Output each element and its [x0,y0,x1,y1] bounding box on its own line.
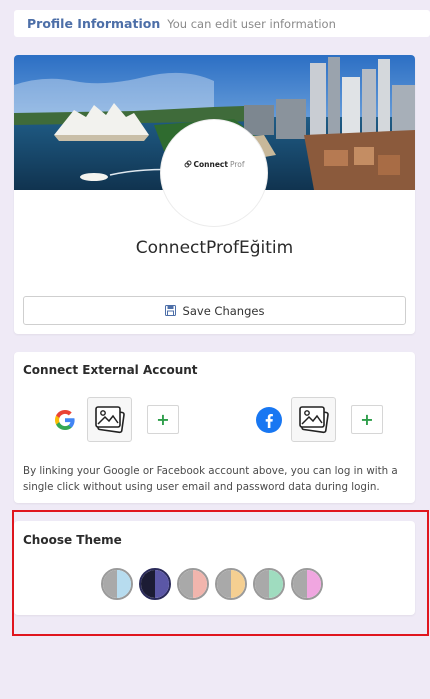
theme-swatch-4[interactable] [215,568,247,600]
facebook-provider: + [256,397,383,442]
theme-swatch-1[interactable] [101,568,133,600]
theme-swatches [101,568,323,600]
theme-swatch-5[interactable] [253,568,285,600]
swatch-right-half [117,570,131,598]
add-facebook-account-button[interactable]: + [351,405,383,434]
theme-card: Choose Theme [14,521,415,615]
swatch-right-half [193,570,207,598]
google-icon [52,407,78,433]
choose-theme-title: Choose Theme [23,533,122,547]
swatch-right-half [307,570,321,598]
theme-swatch-2[interactable] [139,568,171,600]
theme-swatch-3[interactable] [177,568,209,600]
logo-text-connect: Connect [193,159,228,169]
external-account-title: Connect External Account [23,363,198,377]
page-subtitle: You can edit user information [167,16,336,31]
swatch-left-half [179,570,193,598]
save-changes-label: Save Changes [182,303,265,318]
google-account-image [87,397,132,442]
save-icon [164,305,176,316]
swatch-left-half [103,570,117,598]
swatch-left-half [141,570,155,598]
swatch-right-half [269,570,283,598]
external-account-description: By linking your Google or Facebook accou… [23,465,398,493]
image-placeholder-icon [298,405,329,433]
profile-username: ConnectProfEğitim [135,238,294,258]
google-provider: + [52,397,179,442]
facebook-account-image [291,397,336,442]
connectprof-logo: Connect Prof [184,160,245,169]
page-title: Profile Information [27,16,161,31]
swatch-right-half [155,570,169,598]
theme-swatch-6[interactable] [291,568,323,600]
add-google-account-button[interactable]: + [147,405,179,434]
image-placeholder-icon [94,405,125,433]
save-changes-button[interactable]: Save Changes [23,296,406,325]
swatch-left-half [255,570,269,598]
swatch-right-half [231,570,245,598]
avatar[interactable]: Connect Prof [160,119,268,227]
link-icon [184,160,191,168]
profile-info-header: Profile Information You can edit user in… [14,10,430,37]
swatch-left-half [217,570,231,598]
logo-text-prof: Prof [229,159,245,169]
facebook-icon [256,406,282,433]
swatch-left-half [293,570,307,598]
profile-card: Connect Prof ConnectProfEğitim Save Chang… [14,55,415,334]
external-account-card: Connect External Account + + By linking … [14,352,415,503]
